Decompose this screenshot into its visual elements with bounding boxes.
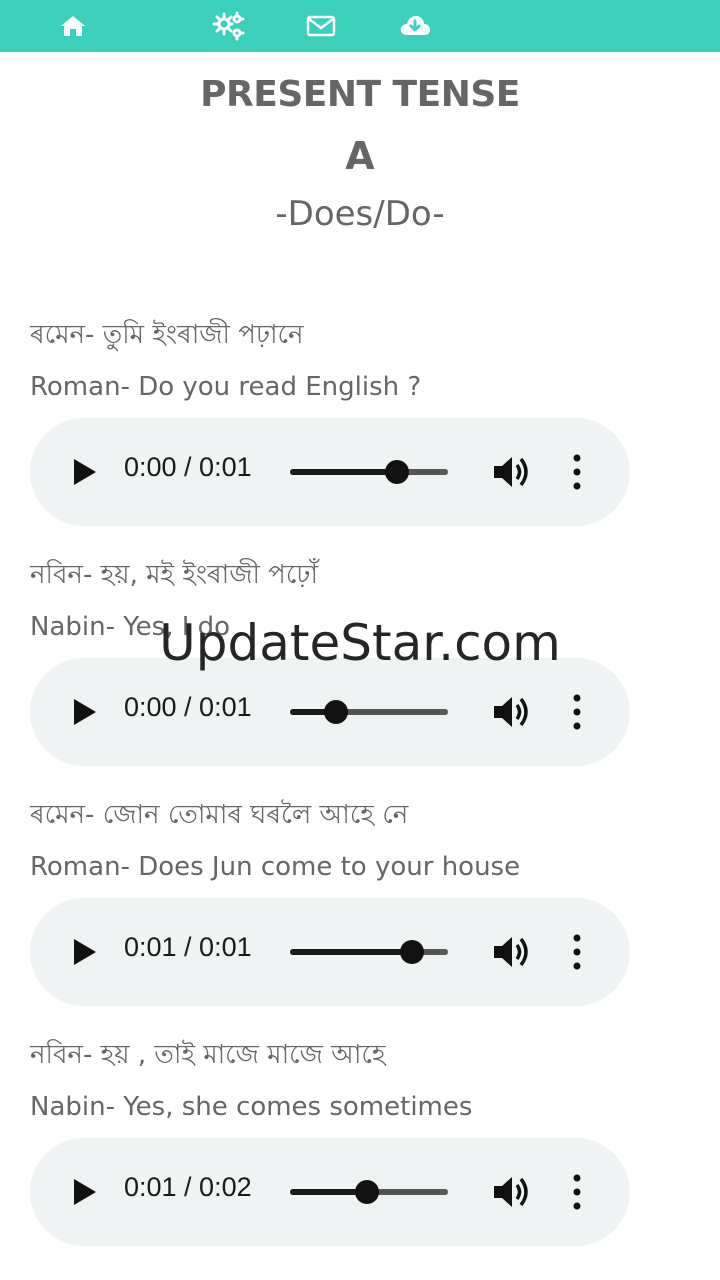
play-icon[interactable]: [68, 456, 100, 488]
seek-thumb[interactable]: [399, 940, 424, 964]
more-options-icon[interactable]: [564, 1172, 590, 1212]
volume-icon[interactable]: [492, 932, 534, 972]
english-line: Roman- Do you read English ?: [30, 372, 422, 402]
play-icon[interactable]: [68, 696, 100, 728]
audio-seek-slider[interactable]: [290, 1180, 448, 1204]
native-line: ৰমেন- জোন তোমাৰ ঘৰলৈ আহে নে: [30, 800, 409, 830]
seek-thumb[interactable]: [355, 1180, 380, 1204]
home-button[interactable]: [53, 8, 93, 44]
volume-icon[interactable]: [492, 1172, 534, 1212]
volume-icon[interactable]: [492, 692, 534, 732]
audio-seek-slider[interactable]: [290, 940, 448, 964]
more-options-icon[interactable]: [564, 932, 590, 972]
native-line: ৰমেন- তুমি ইংৰাজী পঢ়ানে: [30, 320, 304, 350]
audio-player: 0:00 / 0:01: [30, 418, 630, 526]
audio-seek-slider[interactable]: [290, 460, 448, 484]
audio-player: 0:01 / 0:02: [30, 1138, 630, 1246]
page-subtitle: -Does/Do-: [275, 194, 445, 234]
audio-player: 0:00 / 0:01: [30, 658, 630, 766]
audio-seek-slider[interactable]: [290, 700, 448, 724]
top-nav-bar: [0, 0, 720, 52]
audio-time: 0:00 / 0:01: [124, 452, 252, 482]
seek-thumb[interactable]: [323, 700, 348, 724]
cloud-download-icon: [400, 16, 430, 35]
seek-thumb[interactable]: [385, 460, 410, 484]
native-line: নবিন- হয় , তাই মাজে মাজে আহে: [30, 1040, 386, 1070]
download-button[interactable]: [395, 8, 435, 44]
settings-icon: [212, 11, 245, 41]
audio-time: 0:01 / 0:01: [124, 932, 252, 962]
english-line: Nabin- Yes, I do: [30, 612, 231, 642]
more-options-icon[interactable]: [564, 452, 590, 492]
english-line: Roman- Does Jun come to your house: [30, 852, 521, 882]
more-options-icon[interactable]: [564, 692, 590, 732]
mail-icon: [306, 15, 336, 37]
volume-icon[interactable]: [492, 452, 534, 492]
native-line: নবিন- হয়, মই ইংৰাজী পঢ়োঁ: [30, 560, 318, 590]
settings-button[interactable]: [209, 8, 249, 44]
home-icon: [61, 16, 85, 36]
section-letter: A: [345, 134, 375, 178]
english-line: Nabin- Yes, she comes sometimes: [30, 1092, 473, 1122]
play-icon[interactable]: [68, 1176, 100, 1208]
audio-player: 0:01 / 0:01: [30, 898, 630, 1006]
mail-button[interactable]: [301, 8, 341, 44]
audio-time: 0:00 / 0:01: [124, 692, 252, 722]
play-icon[interactable]: [68, 936, 100, 968]
page-title: PRESENT TENSE: [200, 74, 520, 115]
audio-time: 0:01 / 0:02: [124, 1172, 252, 1202]
